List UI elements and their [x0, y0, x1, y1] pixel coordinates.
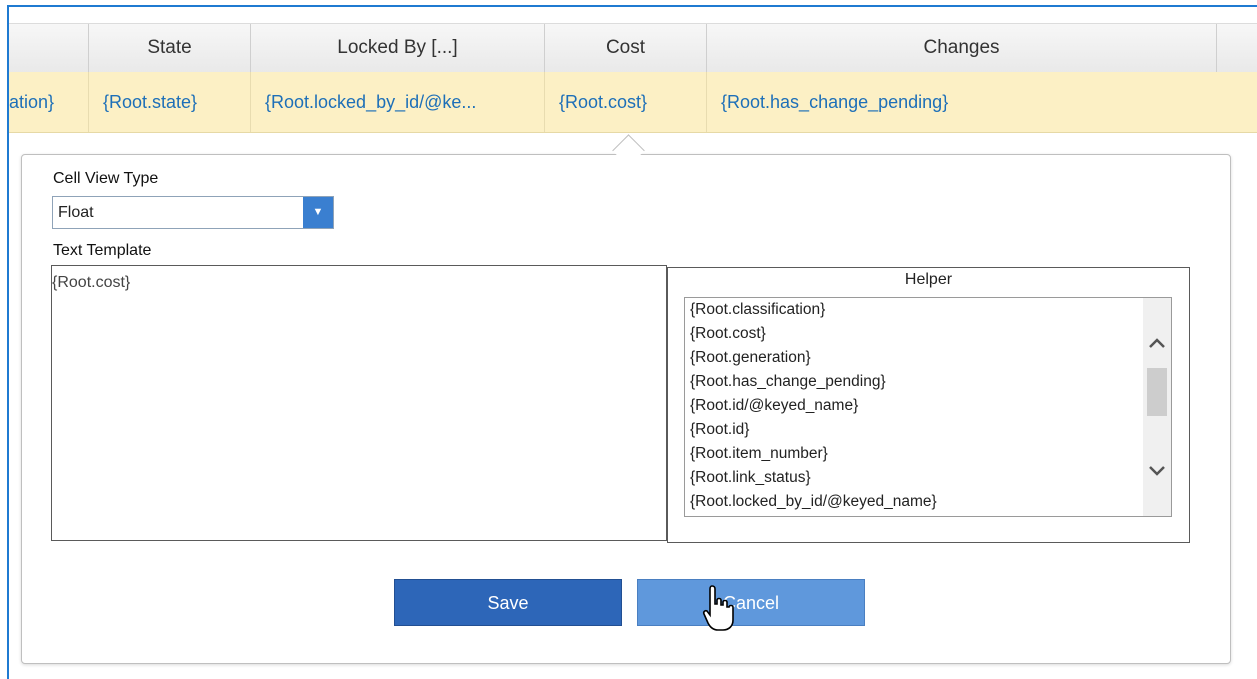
helper-list-item[interactable]: {Root.id} [685, 418, 1171, 442]
helper-list-item[interactable]: {Root.locked_by_id/@keyed_name} [685, 490, 1171, 514]
cell-view-type-select[interactable]: Float ▼ [52, 196, 334, 229]
helper-panel: Helper {Root.classification} {Root.cost}{… [667, 267, 1190, 543]
grid-header: State Locked By [...] Cost Changes [9, 23, 1257, 73]
text-template-input[interactable]: {Root.cost} [51, 265, 667, 541]
cell-cost[interactable]: {Root.cost} [545, 72, 707, 132]
table-row[interactable]: ation} {Root.state} {Root.locked_by_id/@… [9, 72, 1257, 133]
helper-scrollbar[interactable] [1143, 298, 1171, 516]
cell-locked-by[interactable]: {Root.locked_by_id/@ke... [251, 72, 545, 132]
cell-classification[interactable]: ation} [9, 72, 89, 132]
hand-pointer-icon [702, 585, 734, 631]
column-header-locked-by[interactable]: Locked By [...] [251, 24, 545, 72]
column-header-cost[interactable]: Cost [545, 24, 707, 72]
helper-list-item[interactable]: {Root.has_change_pending} [685, 370, 1171, 394]
triangle-down-icon[interactable]: ▼ [303, 197, 333, 228]
column-header-state[interactable]: State [89, 24, 251, 72]
helper-list-item[interactable]: {Root.cost} [685, 322, 1171, 346]
column-header-classification[interactable] [9, 24, 89, 72]
cell-view-type-value: Float [58, 204, 94, 221]
helper-list-item[interactable]: {Root.item_number} [685, 442, 1171, 466]
scrollbar-thumb[interactable] [1147, 368, 1167, 416]
cell-changes[interactable]: {Root.has_change_pending} [707, 72, 1217, 132]
text-template-label: Text Template [53, 242, 152, 259]
cell-state[interactable]: {Root.state} [89, 72, 251, 132]
helper-list-item[interactable]: {Root.generation} [685, 346, 1171, 370]
column-header-changes[interactable]: Changes [707, 24, 1217, 72]
save-button[interactable]: Save [394, 579, 622, 626]
cancel-button[interactable]: Cancel [637, 579, 865, 626]
helper-list[interactable]: {Root.classification} {Root.cost} {Root.ge… [684, 297, 1172, 517]
helper-list-item[interactable]: {Root.id/@keyed_name} [685, 394, 1171, 418]
cell-view-type-label: Cell View Type [53, 170, 159, 187]
helper-list-item[interactable]: {Root.link_status} [685, 466, 1171, 490]
chevron-up-icon[interactable] [1143, 328, 1171, 358]
helper-title: Helper [904, 271, 953, 288]
chevron-down-icon[interactable] [1143, 456, 1171, 486]
helper-list-item[interactable]: {Root.classification} [685, 298, 1171, 322]
